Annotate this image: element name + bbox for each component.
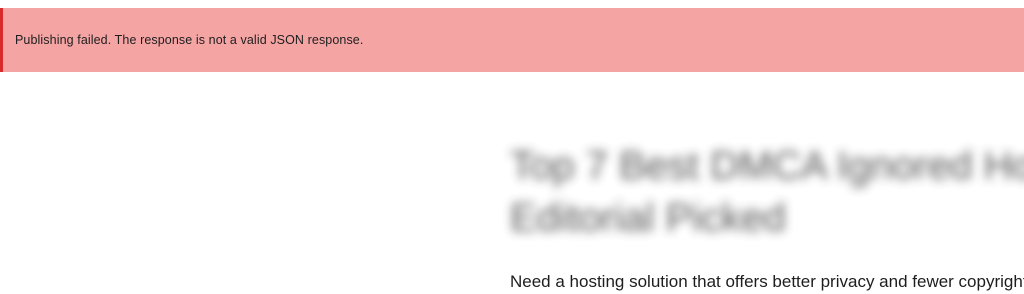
editor-screen: Publishing failed. The response is not a… [0,0,1024,294]
post-paragraph[interactable]: Need a hosting solution that offers bett… [510,272,1024,292]
post-title-line-2: Editorial Picked [510,196,786,240]
post-editor-canvas: Top 7 Best DMCA Ignored Hosting Editoria… [510,140,1024,244]
post-title[interactable]: Top 7 Best DMCA Ignored Hosting Editoria… [510,140,1024,244]
post-title-line-1: Top 7 Best DMCA Ignored Hosting [510,144,1024,188]
error-notice: Publishing failed. The response is not a… [0,8,1024,72]
error-notice-message: Publishing failed. The response is not a… [15,33,364,47]
